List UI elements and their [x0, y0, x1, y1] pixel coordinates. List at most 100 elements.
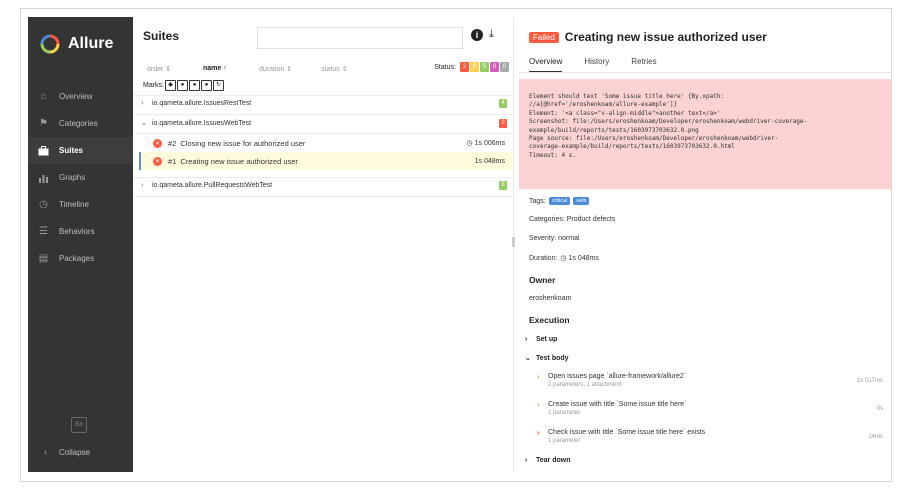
error-text: Element should text 'Some issue title he…: [529, 93, 808, 159]
sidebar: Allure ⌂ Overview ⚑ Categories Suites Gr…: [28, 17, 133, 472]
chevron-right-icon: ›: [141, 182, 144, 189]
chevron-right-icon: ›: [141, 100, 144, 107]
mark-flaky-toggle[interactable]: ◆: [165, 80, 176, 91]
suite-group-row[interactable]: › io.qameta.allure.IssuesRestTest 4: [141, 99, 507, 108]
chevron-right-icon: ›: [525, 457, 528, 464]
sidebar-item-label: Categories: [59, 119, 98, 128]
info-icon[interactable]: i: [471, 29, 483, 41]
sidebar-item-categories[interactable]: ⚑ Categories: [28, 110, 133, 137]
sidebar-item-overview[interactable]: ⌂ Overview: [28, 83, 133, 110]
step-row[interactable]: › Check issue with title `Some issue titl…: [537, 428, 883, 444]
test-duration: 1s 048ms: [474, 157, 505, 165]
step-params: 2 parameters, 1 attachment: [548, 382, 622, 388]
mark-retries-toggle[interactable]: ↻: [213, 80, 224, 91]
testbody-label: Test body: [536, 354, 569, 362]
sidebar-item-label: Suites: [59, 146, 84, 155]
teardown-label: Tear down: [536, 457, 571, 464]
suites-panel: Suites i ⤓ order ⇕ name ↑ duration ⇕ sta…: [133, 17, 513, 472]
language-switch[interactable]: En: [71, 417, 87, 433]
status-label: Status:: [434, 63, 456, 71]
detail-header: Failed Creating new issue authorized use…: [529, 30, 767, 44]
status-failed-toggle[interactable]: 2: [460, 62, 469, 72]
tab-retries[interactable]: Retries: [631, 57, 656, 73]
duration-row: Duration: ◷ 1s 048ms: [529, 254, 599, 263]
test-number: #1: [168, 156, 177, 166]
suite-group-name: io.qameta.allure.PullRequestsWebTest: [152, 182, 273, 189]
status-unknown-toggle[interactable]: 0: [500, 62, 509, 72]
suite-group-row[interactable]: › io.qameta.allure.PullRequestsWebTest 3: [141, 181, 507, 190]
sidebar-item-timeline[interactable]: ◷ Timeline: [28, 191, 133, 218]
sort-duration[interactable]: duration ⇕: [259, 65, 292, 73]
test-detail-panel: Failed Creating new issue authorized use…: [519, 17, 891, 472]
search-input[interactable]: [257, 27, 463, 49]
step-row[interactable]: › Open issues page `allure-framework/allu…: [537, 372, 883, 388]
sidebar-item-suites[interactable]: Suites: [28, 137, 133, 164]
duration-label: Duration:: [529, 254, 558, 262]
tab-history[interactable]: History: [584, 57, 609, 73]
owner-title: Owner: [529, 275, 556, 285]
status-passed-toggle[interactable]: 5: [480, 62, 489, 72]
briefcase-icon: [38, 145, 49, 156]
suite-group-count: 4: [499, 99, 507, 108]
status-filter: Status: 2 0 5 0 0: [434, 62, 509, 72]
test-row[interactable]: ✕ #2 Closing new issue for authorized us…: [141, 134, 513, 152]
step-params: 1 parameter: [548, 438, 581, 444]
brand[interactable]: Allure: [28, 17, 133, 71]
suites-title: Suites: [143, 29, 180, 43]
tag-badge[interactable]: web: [573, 197, 590, 205]
tags-row: Tags: critical web: [529, 197, 590, 205]
sort-name[interactable]: name ↑: [203, 65, 227, 72]
step-name: Check issue with title `Some issue title…: [548, 429, 706, 436]
brand-name: Allure: [68, 35, 114, 52]
divider: [133, 196, 513, 197]
sidebar-nav: ⌂ Overview ⚑ Categories Suites Graphs ◷ …: [28, 83, 133, 272]
chevron-down-icon: ⌄: [141, 120, 147, 127]
step-duration: 0s: [876, 406, 883, 412]
sidebar-item-graphs[interactable]: Graphs: [28, 164, 133, 191]
download-icon[interactable]: ⤓: [489, 28, 494, 41]
mark-new-passed-toggle[interactable]: ●: [189, 80, 200, 91]
categories-row: Categories: Product defects: [529, 216, 616, 223]
package-icon: ▤: [38, 253, 49, 264]
sidebar-item-label: Behaviors: [59, 227, 95, 236]
suite-group-row[interactable]: ⌄ io.qameta.allure.IssuesWebTest 2: [141, 118, 507, 128]
tag-badge[interactable]: critical: [548, 197, 571, 205]
passed-check-icon: ›: [537, 400, 540, 409]
teardown-section[interactable]: › Tear down: [525, 457, 570, 464]
test-row-selected[interactable]: ✕ #1 Creating new issue authorized user …: [139, 152, 513, 170]
mark-new-failed-toggle[interactable]: ●: [177, 80, 188, 91]
status-skipped-toggle[interactable]: 0: [490, 62, 499, 72]
suite-group-count: 3: [499, 181, 507, 190]
step-row[interactable]: › Create issue with title `Some issue tit…: [537, 400, 883, 416]
detail-tabs: Overview History Retries: [529, 57, 679, 73]
sort-status[interactable]: status ⇕: [321, 65, 348, 73]
home-icon: ⌂: [40, 91, 47, 102]
test-number: #2: [168, 138, 177, 148]
status-broken-toggle[interactable]: 0: [470, 62, 479, 72]
step-params: 1 parameter: [548, 410, 581, 416]
sidebar-item-behaviors[interactable]: ☰ Behaviors: [28, 218, 133, 245]
setup-section[interactable]: › Set up: [525, 336, 557, 343]
severity-row: Severity: normal: [529, 235, 580, 242]
tab-overview[interactable]: Overview: [529, 57, 563, 73]
sidebar-item-packages[interactable]: ▤ Packages: [28, 245, 133, 272]
mark-new-broken-toggle[interactable]: ●: [201, 80, 212, 91]
duration-value: 1s 048ms: [568, 254, 599, 262]
list-icon: ☰: [39, 226, 48, 237]
divider: [519, 72, 891, 73]
setup-label: Set up: [536, 336, 558, 343]
sidebar-item-label: Packages: [59, 254, 95, 263]
collapse-button[interactable]: ‹ Collapse: [28, 447, 133, 458]
divider: [133, 95, 513, 96]
suite-group-name: io.qameta.allure.IssuesWebTest: [152, 119, 252, 127]
tags-label: Tags:: [529, 197, 546, 205]
step-name: Open issues page `allure-framework/allur…: [548, 373, 687, 380]
testbody-section[interactable]: ⌄ Test body: [525, 354, 569, 363]
clock-icon: ◷: [466, 140, 473, 147]
divider: [133, 177, 513, 178]
sidebar-item-label: Graphs: [59, 173, 86, 182]
sidebar-item-label: Overview: [59, 92, 93, 101]
splitter-handle[interactable]: [512, 237, 515, 247]
sort-order[interactable]: order ⇕: [147, 65, 171, 73]
failed-status-icon: ✕: [153, 156, 162, 166]
